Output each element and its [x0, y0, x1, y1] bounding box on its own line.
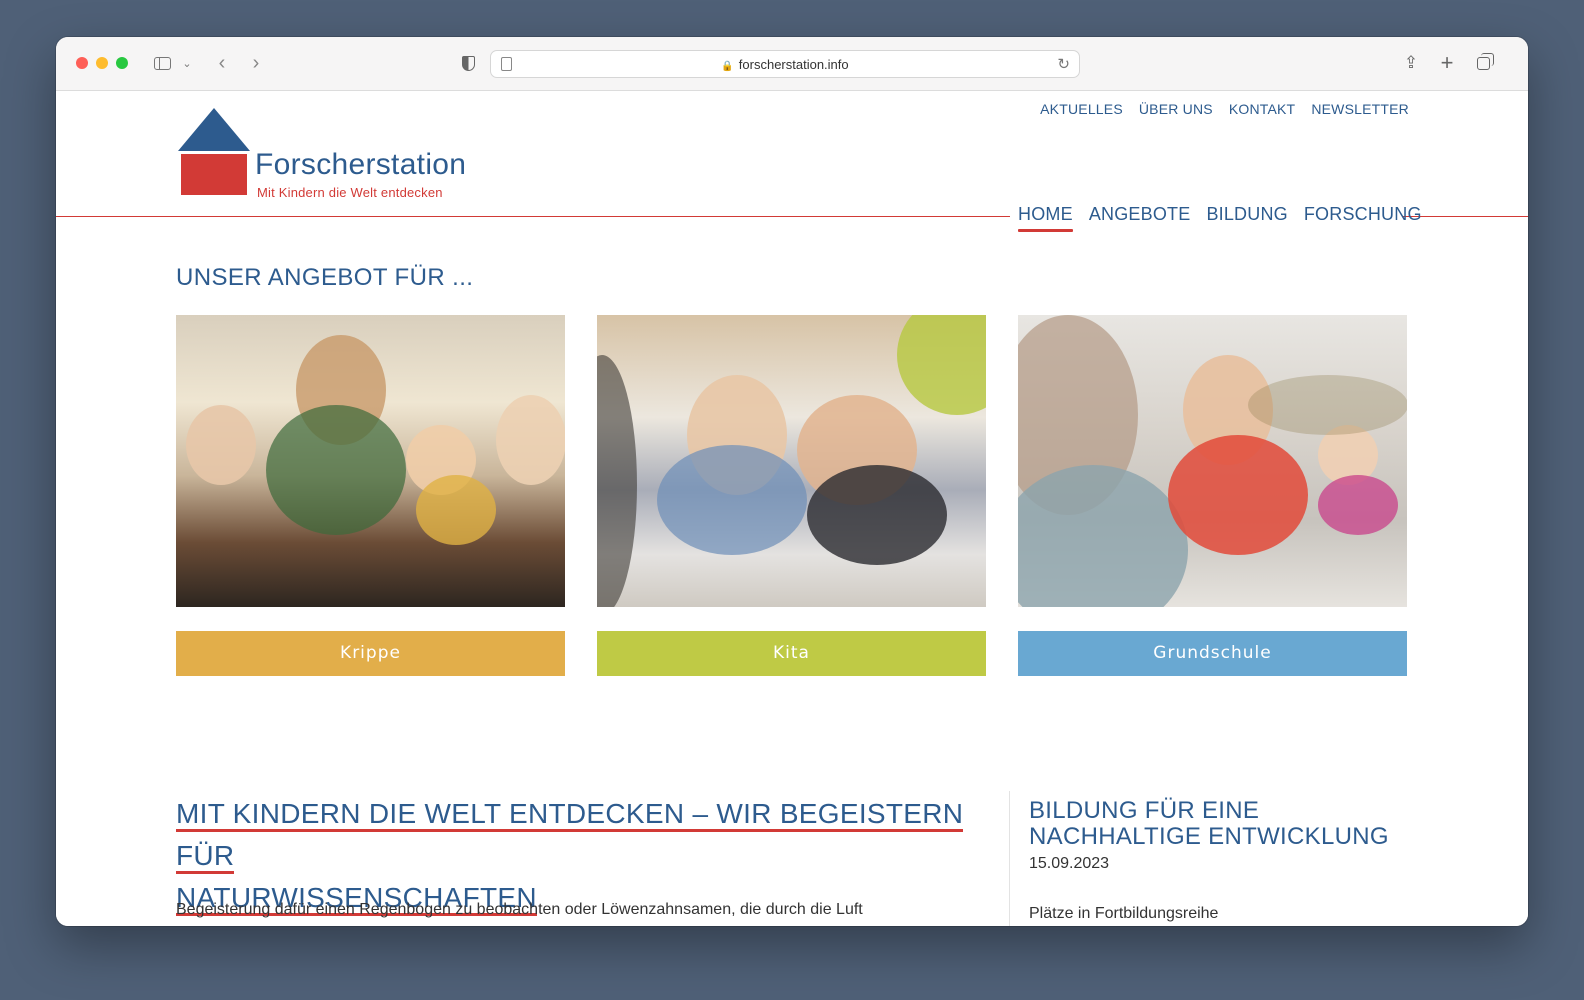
- forward-icon[interactable]: ›: [248, 51, 264, 75]
- url-display[interactable]: 🔒 forscherstation.info: [491, 57, 1079, 72]
- offer-card-kita[interactable]: Kita: [597, 315, 986, 676]
- grundschule-photo[interactable]: [1018, 315, 1407, 607]
- kita-photo[interactable]: [597, 315, 986, 607]
- news-date: 15.09.2023: [1029, 855, 1110, 872]
- top-nav: AKTUELLES ÜBER UNS KONTAKT NEWSLETTER: [1040, 101, 1409, 117]
- chevron-down-icon[interactable]: ⌄: [180, 51, 194, 75]
- top-nav-kontakt[interactable]: KONTAKT: [1229, 101, 1295, 117]
- back-icon[interactable]: ‹: [214, 51, 230, 75]
- krippe-photo[interactable]: [176, 315, 565, 607]
- privacy-shield-icon[interactable]: [459, 51, 477, 75]
- news-title[interactable]: BILDUNG FÜR EINE NACHHALTIGE ENTWICKLUNG: [1029, 798, 1409, 850]
- offer-card-krippe[interactable]: Krippe: [176, 315, 565, 676]
- top-nav-aktuelles[interactable]: AKTUELLES: [1040, 101, 1123, 117]
- top-nav-newsletter[interactable]: NEWSLETTER: [1311, 101, 1409, 117]
- logo-tagline: Mit Kindern die Welt entdecken: [257, 185, 443, 200]
- zoom-window-button[interactable]: [116, 57, 128, 69]
- address-bar[interactable]: 🔒 forscherstation.info ↻: [490, 50, 1080, 78]
- kita-button[interactable]: Kita: [597, 631, 986, 676]
- logo-house-shape: [181, 154, 247, 195]
- main-nav-angebote[interactable]: ANGEBOTE: [1089, 204, 1191, 225]
- news-text[interactable]: Plätze in Fortbildungsreihe: [1029, 905, 1218, 923]
- sidebar-icon[interactable]: [152, 51, 172, 75]
- logo-roof-shape: [178, 108, 250, 151]
- main-nav-bildung[interactable]: BILDUNG: [1206, 204, 1287, 225]
- minimize-window-button[interactable]: [96, 57, 108, 69]
- grundschule-button[interactable]: Grundschule: [1018, 631, 1407, 676]
- new-tab-icon[interactable]: +: [1437, 50, 1457, 75]
- tab-overview-icon[interactable]: [1473, 51, 1494, 75]
- logo-title: Forscherstation: [255, 148, 467, 181]
- site-logo[interactable]: Forscherstation Mit Kindern die Welt ent…: [178, 108, 478, 208]
- web-page: Forscherstation Mit Kindern die Welt ent…: [56, 91, 1528, 926]
- sidebar-divider: [1009, 791, 1010, 926]
- main-nav-forschung[interactable]: FORSCHUNG: [1304, 204, 1422, 225]
- header-divider-left: [56, 216, 1010, 217]
- feature-heading-line1: MIT KINDERN DIE WELT ENTDECKEN – WIR BEG…: [176, 798, 964, 874]
- reload-icon[interactable]: ↻: [1057, 55, 1070, 73]
- browser-window: ⌄ ‹ › 🔒 forscherstation.info ↻ ⇪ + Forsch…: [56, 37, 1528, 926]
- main-nav: HOME ANGEBOTE BILDUNG FORSCHUNG: [1018, 204, 1422, 232]
- browser-toolbar: ⌄ ‹ › 🔒 forscherstation.info ↻ ⇪ +: [56, 37, 1528, 91]
- krippe-button[interactable]: Krippe: [176, 631, 565, 676]
- share-icon[interactable]: ⇪: [1401, 51, 1421, 75]
- feature-text: Begeisterung dafür einen Regenbogen zu b…: [176, 901, 863, 918]
- close-window-button[interactable]: [76, 57, 88, 69]
- offer-card-grundschule[interactable]: Grundschule: [1018, 315, 1407, 676]
- lock-icon: 🔒: [721, 61, 734, 72]
- offers-title: UNSER ANGEBOT FÜR ...: [176, 264, 474, 291]
- main-nav-home[interactable]: HOME: [1018, 204, 1073, 232]
- top-nav-ueber-uns[interactable]: ÜBER UNS: [1139, 101, 1213, 117]
